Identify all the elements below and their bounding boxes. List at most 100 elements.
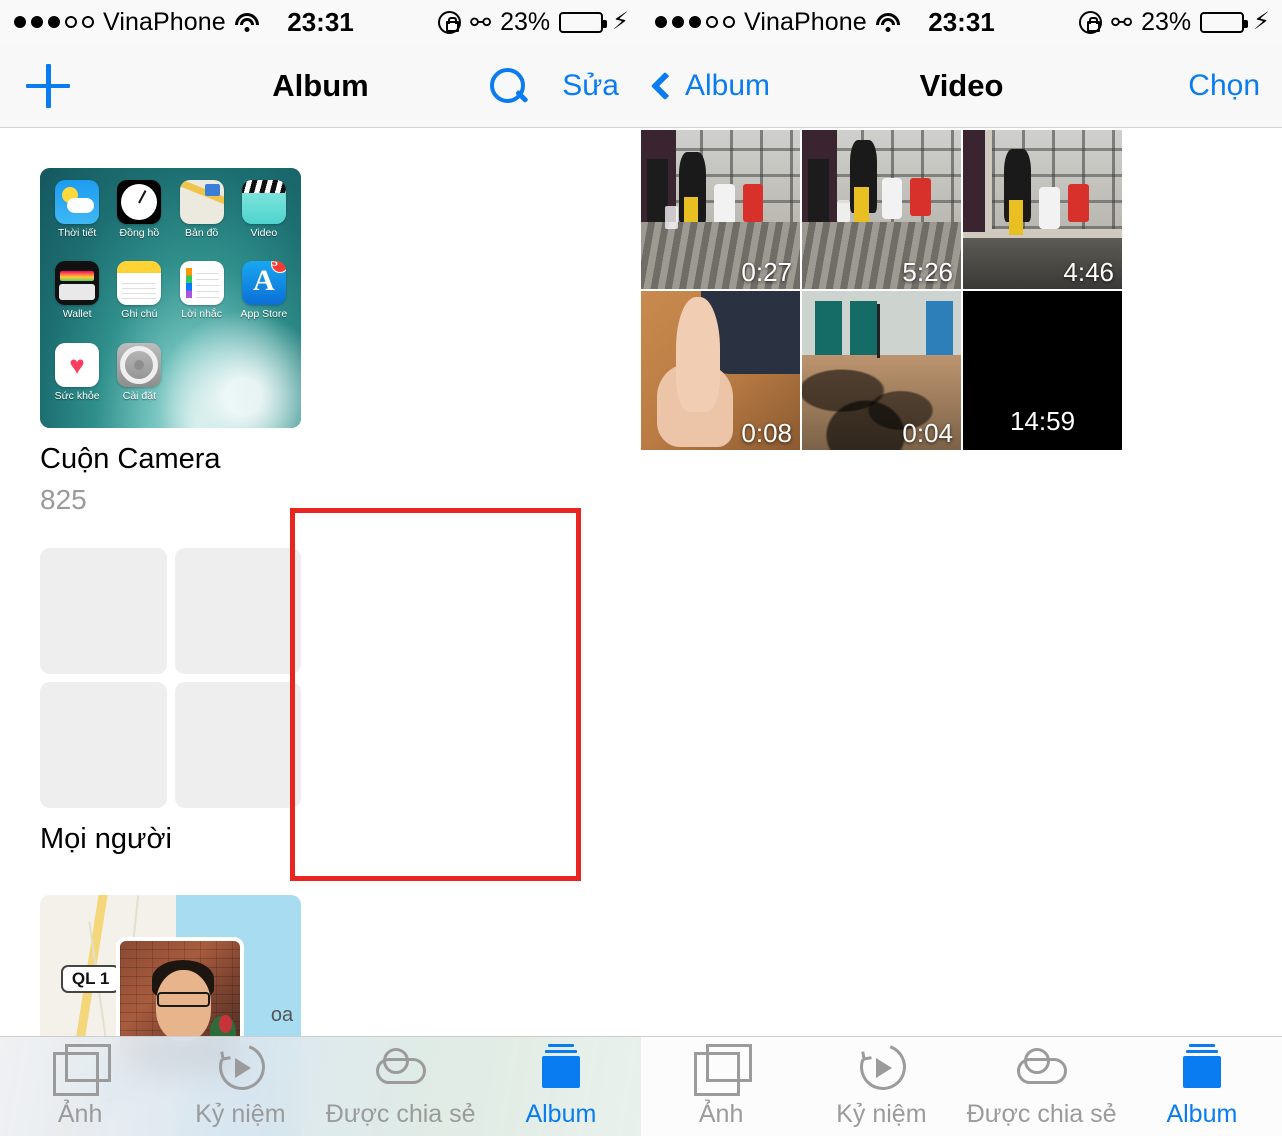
album-item-camera-roll[interactable]: Thời tiết Đồng hồ Bản đồ Video Wallet Gh… bbox=[40, 168, 301, 516]
battery-percent-label: 23% bbox=[1141, 7, 1192, 36]
settings-icon bbox=[117, 342, 162, 387]
memories-icon bbox=[211, 1036, 273, 1098]
tab-label: Kỷ niệm bbox=[195, 1100, 286, 1128]
search-icon[interactable] bbox=[488, 66, 528, 106]
select-button[interactable]: Chọn bbox=[1188, 69, 1260, 103]
tab-label: Được chia sẻ bbox=[325, 1100, 476, 1128]
tab-memories[interactable]: Kỷ niệm bbox=[801, 1036, 961, 1129]
albums-grid: Thời tiết Đồng hồ Bản đồ Video Wallet Gh… bbox=[0, 128, 641, 1136]
home-app-label: Video bbox=[250, 227, 278, 239]
memories-icon bbox=[852, 1036, 914, 1098]
nav-right-group: Sửa bbox=[488, 66, 619, 106]
charging-bolt-icon: ⚡ bbox=[1253, 8, 1270, 35]
albums-icon bbox=[1175, 1044, 1229, 1092]
home-app-app-store: A 5 App Store bbox=[233, 257, 295, 338]
home-app-label: App Store bbox=[240, 308, 288, 321]
health-icon bbox=[55, 342, 100, 387]
tab-bar-right: Ảnh Kỷ niệm Được chia sẻ Album bbox=[641, 1036, 1282, 1136]
video-scroll-area[interactable]: 0:27 5:26 4:46 0:08 0:04 14:59 bbox=[641, 128, 1282, 1136]
tab-photos[interactable]: Ảnh bbox=[641, 1044, 801, 1129]
tab-albums[interactable]: Album bbox=[1122, 1044, 1282, 1129]
tab-shared[interactable]: Được chia sẻ bbox=[321, 1044, 481, 1129]
home-app-clock: Đồng hồ bbox=[108, 176, 170, 257]
shared-cloud-icon bbox=[1015, 1044, 1069, 1092]
video-thumbnail[interactable]: 5:26 bbox=[802, 130, 961, 289]
video-thumbnail[interactable]: 14:59 bbox=[963, 291, 1122, 450]
nav-bar-albums: Album Sửa bbox=[0, 44, 641, 128]
rotation-lock-icon bbox=[1079, 10, 1103, 34]
tab-label: Album bbox=[1166, 1100, 1238, 1128]
photos-icon bbox=[53, 1044, 112, 1096]
tab-label: Album bbox=[525, 1100, 597, 1128]
photos-icon bbox=[694, 1044, 753, 1096]
video-thumbnail[interactable]: 4:46 bbox=[963, 130, 1122, 289]
tab-bar-left: Ảnh Kỷ niệm Được chia sẻ Album bbox=[0, 1036, 641, 1136]
album-title: Mọi người bbox=[40, 823, 172, 856]
bluetooth-icon: ⚯ bbox=[470, 7, 492, 37]
right-screen-video-album: VinaPhone 23:31 ⚯ 23% ⚡ Album Video Chọn bbox=[641, 0, 1282, 1136]
home-app-label: Cài đặt bbox=[122, 389, 157, 402]
people-placeholder-tile bbox=[174, 682, 301, 809]
people-placeholder-tile bbox=[40, 548, 167, 675]
video-thumbnail[interactable]: 0:04 bbox=[802, 291, 961, 450]
status-bar-right: VinaPhone 23:31 ⚯ 23% ⚡ bbox=[641, 0, 1282, 44]
nav-right-group: Chọn bbox=[1188, 69, 1260, 103]
edit-button[interactable]: Sửa bbox=[562, 69, 619, 103]
home-app-video: Video bbox=[233, 176, 295, 257]
album-thumbnail-camera-roll[interactable]: Thời tiết Đồng hồ Bản đồ Video Wallet Gh… bbox=[40, 168, 301, 428]
clock-icon bbox=[117, 180, 162, 224]
album-count: 825 bbox=[40, 483, 87, 515]
tab-memories[interactable]: Kỷ niệm bbox=[160, 1036, 320, 1129]
video-thumbnail[interactable]: 0:08 bbox=[641, 291, 800, 450]
home-screen-app-grid: Thời tiết Đồng hồ Bản đồ Video Wallet Gh… bbox=[40, 168, 301, 428]
home-app-wallet: Wallet bbox=[46, 257, 108, 338]
photo-glasses bbox=[156, 992, 210, 1007]
route-shield-badge: QL 1 bbox=[60, 965, 121, 994]
tab-label: Được chia sẻ bbox=[966, 1100, 1117, 1128]
home-app-label: Bản đồ bbox=[184, 227, 219, 239]
video-duration: 0:27 bbox=[741, 257, 792, 287]
tab-shared[interactable]: Được chia sẻ bbox=[962, 1044, 1122, 1129]
battery-icon bbox=[1200, 11, 1249, 33]
tab-label: Ảnh bbox=[698, 1100, 744, 1128]
video-grid: 0:27 5:26 4:46 0:08 0:04 14:59 bbox=[641, 128, 1282, 450]
home-app-health: Sức khỏe bbox=[46, 339, 108, 420]
nav-bar-video: Album Video Chọn bbox=[641, 44, 1282, 128]
status-bar-right-group: ⚯ 23% ⚡ bbox=[1079, 8, 1270, 37]
albums-scroll-area[interactable]: Thời tiết Đồng hồ Bản đồ Video Wallet Gh… bbox=[0, 128, 641, 1136]
tab-photos[interactable]: Ảnh bbox=[0, 1044, 160, 1129]
albums-icon bbox=[534, 1044, 588, 1092]
tab-albums[interactable]: Album bbox=[481, 1044, 641, 1129]
photo-flower bbox=[219, 1015, 233, 1033]
video-icon bbox=[241, 180, 286, 224]
map-place-label: oa bbox=[270, 1004, 294, 1027]
album-thumbnail-people[interactable] bbox=[40, 548, 301, 809]
tab-label: Ảnh bbox=[57, 1100, 103, 1128]
video-duration: 0:04 bbox=[902, 418, 953, 448]
home-app-maps: Bản đồ bbox=[171, 176, 233, 257]
tab-label: Kỷ niệm bbox=[836, 1100, 927, 1128]
video-duration: 5:26 bbox=[902, 257, 953, 287]
album-title: Cuộn Camera bbox=[40, 443, 221, 475]
status-bar-right-group: ⚯ 23% ⚡ bbox=[438, 8, 629, 37]
video-duration: 4:46 bbox=[1063, 257, 1114, 287]
battery-icon bbox=[559, 11, 608, 33]
home-app-reminders: Lời nhắc bbox=[171, 257, 233, 338]
album-item-people[interactable]: Mọi người bbox=[40, 548, 301, 863]
home-screen-screenshot: Thời tiết Đồng hồ Bản đồ Video Wallet Gh… bbox=[40, 168, 301, 428]
home-app-label: Đồng hồ bbox=[119, 227, 160, 239]
video-thumbnail[interactable]: 0:27 bbox=[641, 130, 800, 289]
page-title-video: Video bbox=[919, 67, 1004, 103]
left-screen-albums: VinaPhone 23:31 ⚯ 23% ⚡ Album Sửa Thời t… bbox=[0, 0, 641, 1136]
home-app-label: Sức khỏe bbox=[54, 389, 100, 402]
home-app-label: Wallet bbox=[62, 308, 92, 321]
home-app-label: Lời nhắc bbox=[181, 308, 222, 321]
people-placeholder-tile bbox=[40, 682, 167, 809]
bluetooth-icon: ⚯ bbox=[1111, 7, 1133, 37]
home-app-label: Ghi chú bbox=[121, 308, 158, 321]
reminders-icon bbox=[179, 261, 224, 306]
wallet-icon bbox=[55, 261, 100, 306]
video-duration: 14:59 bbox=[1009, 406, 1076, 436]
home-app-label: Thời tiết bbox=[57, 227, 97, 239]
charging-bolt-icon: ⚡ bbox=[612, 8, 629, 35]
